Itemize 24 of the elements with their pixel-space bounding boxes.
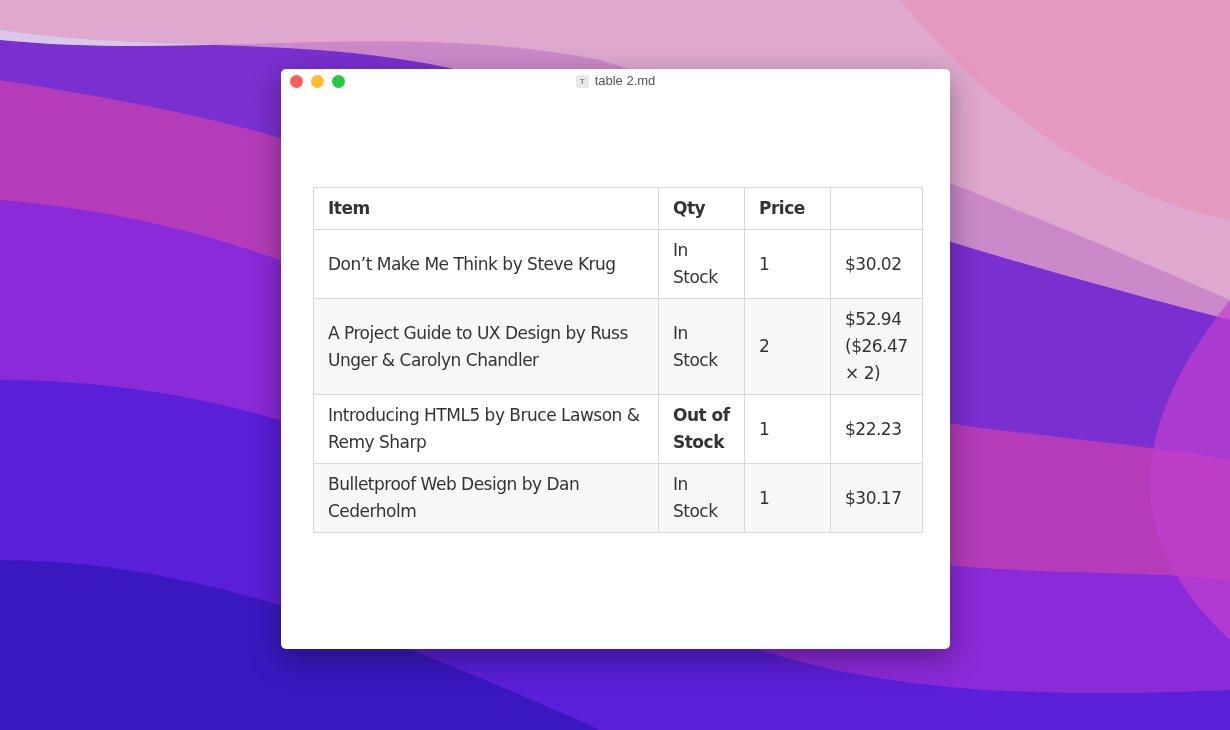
document-icon: T — [575, 74, 589, 88]
table-cell: Out of Stock — [658, 394, 745, 464]
table-cell: $22.23 — [830, 394, 923, 464]
close-button[interactable] — [290, 75, 303, 88]
zoom-button[interactable] — [332, 75, 345, 88]
table-cell: Introducing HTML5 by Bruce Lawson & Remy Sharp — [313, 394, 659, 464]
table-cell: Don’t Make Me Think by Steve Krug — [313, 229, 659, 299]
column-header: Item — [313, 187, 659, 230]
window-title: table 2.md — [594, 72, 656, 91]
table-cell: In Stock — [658, 229, 745, 299]
minimize-button[interactable] — [311, 75, 324, 88]
table-cell: A Project Guide to UX Design by Russ Unger & Carolyn Chandler — [313, 298, 659, 395]
table-cell: $30.02 — [830, 229, 923, 299]
table-cell: $52.94 ($26.47 × 2) — [830, 298, 923, 395]
table-cell: 1 — [744, 463, 831, 533]
table-cell: 2 — [744, 298, 831, 395]
table-cell: Bulletproof Web Design by Dan Cederholm — [313, 463, 659, 533]
column-header: Price — [744, 187, 831, 230]
table-cell: $30.17 — [830, 463, 923, 533]
table-cell: In Stock — [658, 463, 745, 533]
table-cell: 1 — [744, 229, 831, 299]
table-cell: 1 — [744, 394, 831, 464]
table-cell: In Stock — [658, 298, 745, 395]
column-header: Qty — [658, 187, 745, 230]
